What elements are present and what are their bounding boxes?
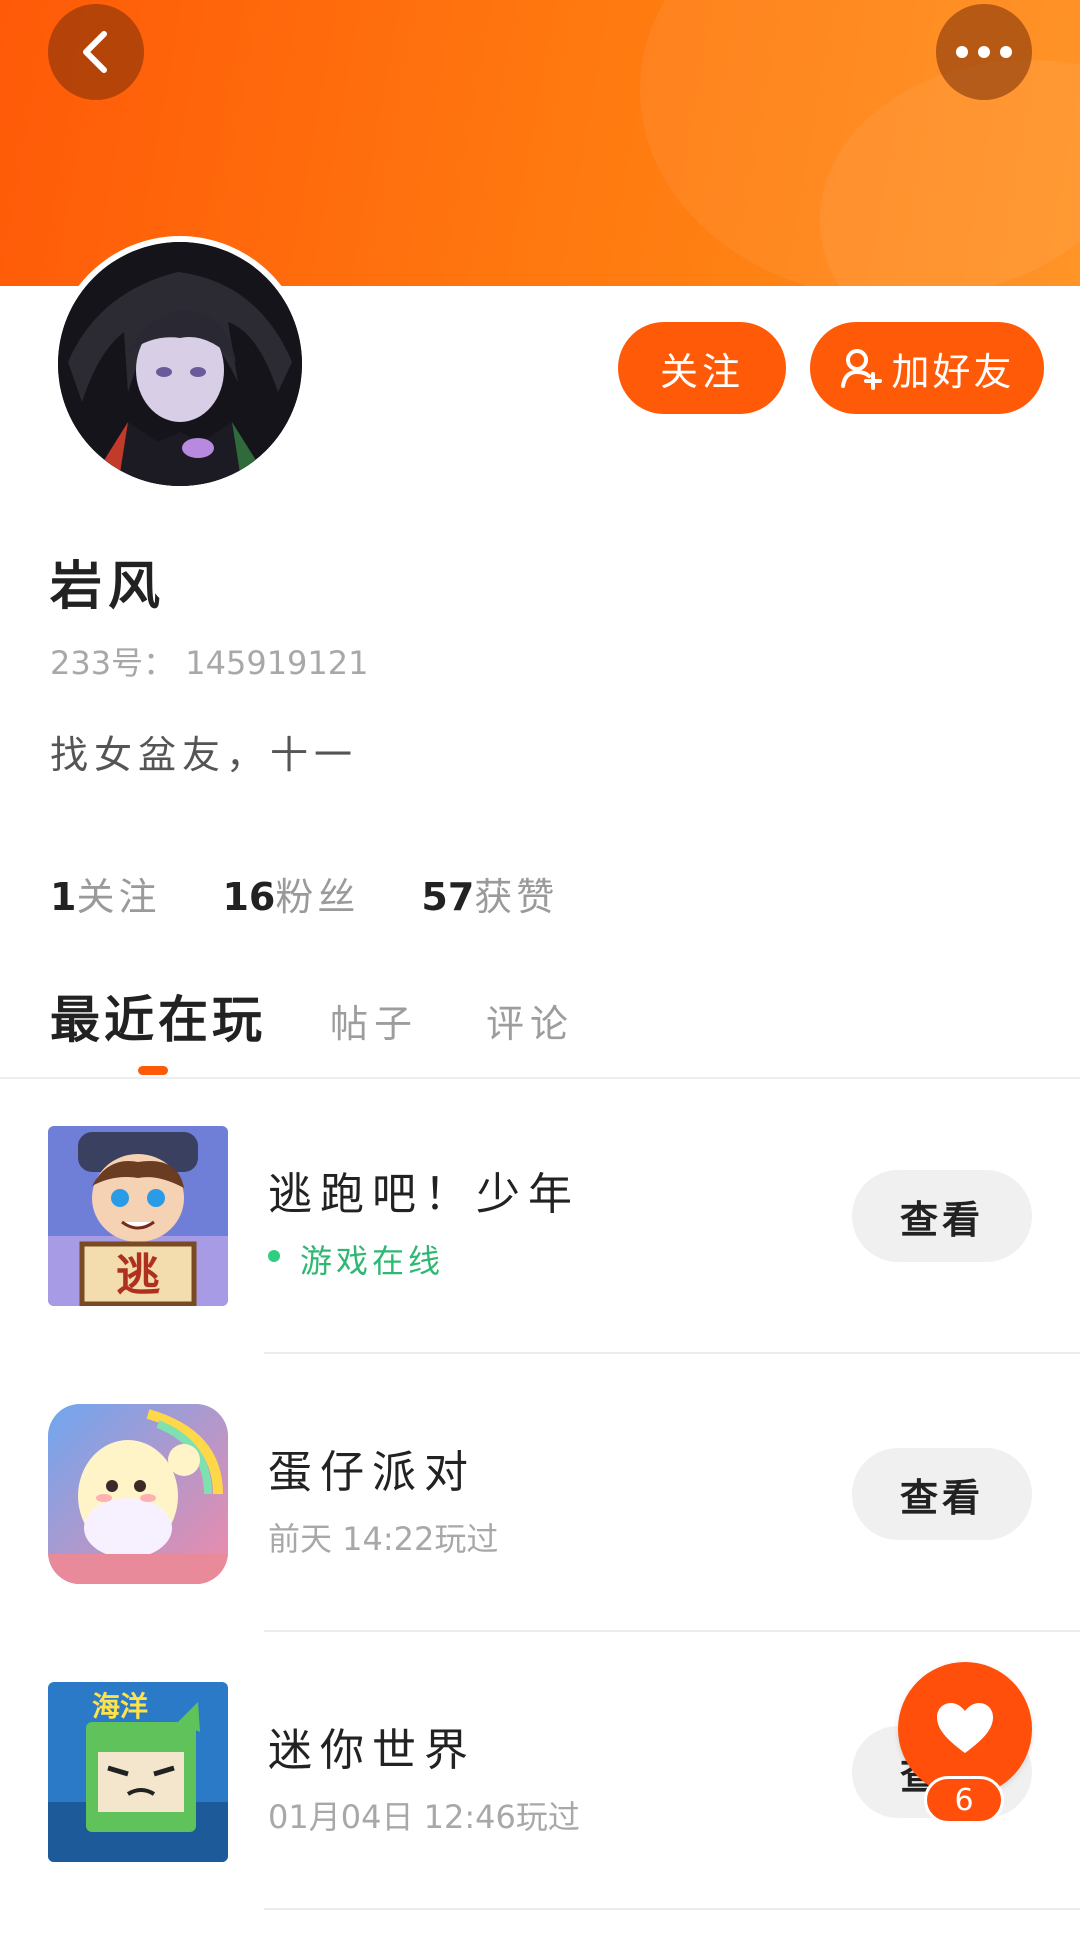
game-name: 蛋仔派对 (268, 1447, 476, 1498)
game-icon-text: 海洋 (92, 1690, 148, 1723)
profile-tabs: 最近在玩 帖子 评论 (50, 980, 642, 1052)
stat-label: 关注 (76, 875, 161, 919)
divider (264, 1908, 1080, 1910)
game-row[interactable]: 逃 逃跑吧！少年 游戏在线 查看 (0, 1126, 1080, 1404)
view-button[interactable]: 查看 (852, 1448, 1032, 1540)
stat-label: 获赞 (474, 875, 559, 919)
back-button[interactable] (48, 4, 144, 100)
add-friend-button[interactable]: 加好友 (810, 322, 1044, 414)
game-name: 迷你世界 (268, 1725, 476, 1776)
online-status-dot (268, 1250, 280, 1262)
tab-indicator (138, 1066, 168, 1075)
heart-icon (937, 1703, 993, 1753)
add-friend-label: 加好友 (891, 349, 1015, 394)
stat-number: 16 (222, 875, 276, 919)
game-last-played: 01月04日 12:46玩过 (268, 1798, 580, 1836)
game-icon: 逃 (48, 1126, 228, 1306)
game-icon: 海洋 (48, 1682, 228, 1862)
username: 岩风 (50, 557, 167, 617)
more-button[interactable] (936, 4, 1032, 100)
stat-fans[interactable]: 16 粉丝 (222, 866, 359, 921)
game-icon (48, 1404, 228, 1584)
divider (264, 1630, 1080, 1632)
stat-label: 粉丝 (275, 875, 360, 919)
tab-posts[interactable]: 帖子 (330, 993, 418, 1052)
user-bio: 找女盆友，十一 (50, 733, 359, 777)
avatar-portrait (58, 242, 302, 486)
stat-following[interactable]: 1 关注 (50, 866, 160, 921)
follow-button[interactable]: 关注 (618, 322, 786, 414)
chevron-left-icon (83, 31, 107, 73)
tab-comments[interactable]: 评论 (486, 993, 574, 1052)
view-button[interactable]: 查看 (852, 1170, 1032, 1262)
game-row[interactable]: 蛋仔派对 前天 14:22玩过 查看 (0, 1404, 1080, 1682)
game-status: 游戏在线 (300, 1242, 445, 1280)
like-count-badge: 6 (924, 1776, 1004, 1824)
divider (264, 1352, 1080, 1354)
add-user-icon (841, 349, 883, 390)
user-id: 233号： 145919121 (50, 644, 369, 682)
profile-stats: 1 关注 16 粉丝 57 获赞 (50, 866, 620, 921)
divider (0, 1077, 1080, 1079)
avatar[interactable] (52, 236, 308, 492)
game-last-played: 前天 14:22玩过 (268, 1520, 499, 1558)
stat-likes[interactable]: 57 获赞 (421, 866, 558, 921)
stat-number: 57 (421, 875, 475, 919)
more-dots-icon (956, 46, 1012, 58)
stat-number: 1 (50, 875, 77, 919)
game-icon-text: 逃 (116, 1250, 160, 1301)
tab-recent-games[interactable]: 最近在玩 (50, 980, 266, 1052)
game-name: 逃跑吧！少年 (268, 1169, 580, 1220)
